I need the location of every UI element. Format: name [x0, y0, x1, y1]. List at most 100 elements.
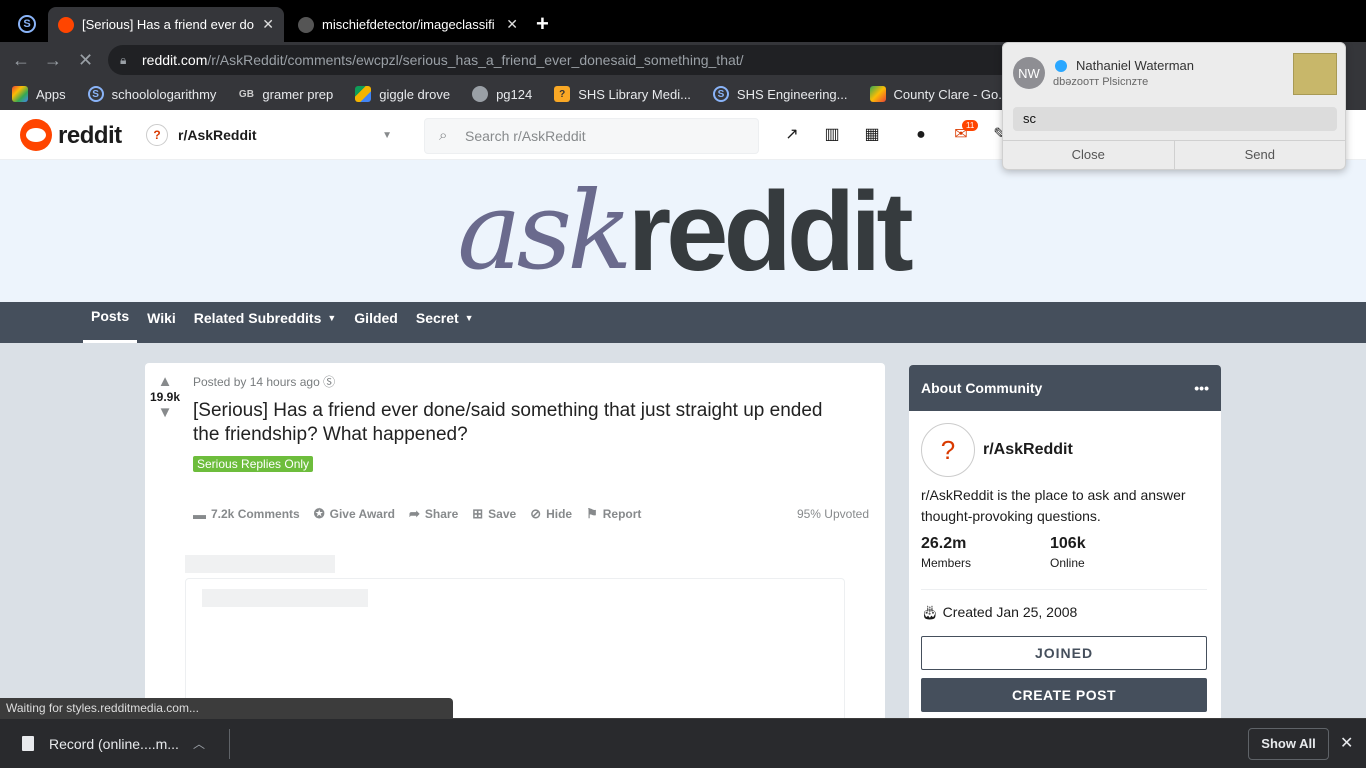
askreddit-icon: ? — [921, 423, 975, 477]
community-description: r/AskReddit is the place to ask and answ… — [921, 487, 1186, 524]
bookmark-gramer-prep[interactable]: GB gramer prep — [238, 86, 333, 102]
download-name: Record (online....m... — [49, 735, 179, 752]
trending-icon[interactable]: ↗ — [782, 125, 802, 145]
chevron-down-icon: ▼ — [382, 129, 392, 141]
post-title[interactable]: [Serious] Has a friend ever done/said so… — [193, 399, 853, 447]
bookmark-label: SHS Engineering... — [736, 86, 848, 102]
banner-ask: ask — [457, 168, 632, 294]
back-arrow-icon[interactable]: ← — [12, 50, 30, 71]
joined-button[interactable]: JOINED — [921, 636, 1207, 670]
give-award-button[interactable]: ✪ Give Award — [314, 506, 395, 522]
award-icon: ✪ — [313, 506, 325, 521]
send-button[interactable]: Send — [1175, 141, 1346, 170]
nav-label: Posts — [91, 308, 130, 324]
bookmark-shs-engineering[interactable]: S SHS Engineering... — [712, 86, 848, 102]
new-tab-button[interactable]: + — [536, 11, 549, 37]
messenger-icon — [1055, 59, 1067, 72]
post-score: 19.9k — [149, 390, 181, 404]
online-stat: 106k Online — [1050, 535, 1086, 570]
upvote-arrow-icon[interactable]: ▲ — [145, 373, 185, 390]
subreddit-selector[interactable]: ? r/AskReddit ▼ — [146, 120, 400, 150]
bookmark-label: giggle drove — [379, 86, 451, 102]
tab-gilded[interactable]: Gilded — [346, 302, 406, 343]
search-input[interactable]: ⌕ Search r/AskReddit — [424, 118, 759, 154]
tab-github[interactable]: mischiefdetector/imageclassifi ✕ — [288, 7, 528, 42]
more-options-icon[interactable]: ••• — [1194, 380, 1209, 396]
tab-title: mischiefdetector/imageclassifi — [322, 17, 495, 32]
tab-wiki[interactable]: Wiki — [139, 302, 184, 343]
globe-icon — [472, 86, 489, 102]
share-button[interactable]: ➦ Share — [409, 506, 458, 522]
maps-icon — [869, 86, 886, 102]
schoology-extension-icon[interactable]: S — [18, 15, 36, 33]
about-community-header: About Community ••• — [909, 365, 1221, 411]
reddit-logo-icon[interactable] — [20, 119, 52, 151]
stop-loading-icon[interactable]: ✕ — [78, 50, 93, 71]
divider — [229, 729, 230, 759]
show-all-button[interactable]: Show All — [1248, 728, 1329, 760]
action-label: Give Award — [329, 507, 395, 521]
tab-serious-thread[interactable]: [Serious] Has a friend ever don ✕ — [48, 7, 284, 42]
drive-icon — [355, 86, 372, 102]
nav-label: Related Subreddits — [193, 309, 322, 326]
community-name[interactable]: r/AskReddit — [983, 441, 1073, 459]
created-text: Created Jan 25, 2008 — [942, 604, 1078, 620]
community-identity: ? r/AskReddit — [921, 423, 1073, 477]
action-label: Hide — [546, 507, 573, 521]
bookmark-county-clare[interactable]: County Clare - Go... — [869, 86, 1009, 102]
reply-input[interactable]: sc — [1013, 107, 1337, 131]
post-meta: Posted by 14 hours ago Ⓢ — [193, 373, 335, 390]
card-title: About Community — [921, 380, 1043, 396]
comments-button[interactable]: ▬ 7.2k Comments — [193, 506, 300, 522]
tab-related-subreddits[interactable]: Related Subreddits ▼ — [186, 302, 345, 343]
schoology-icon: S — [87, 86, 104, 102]
bookmark-schoolologarithmy[interactable]: Sschoolologarithmy — [87, 86, 217, 102]
chat-icon[interactable]: ● — [911, 125, 931, 145]
url-path: /r/AskReddit/comments/ewcpzl/serious_has… — [207, 52, 744, 68]
post-actions: ▬ 7.2k Comments ✪ Give Award ➦ Share ⊞ Save … — [193, 506, 655, 522]
reddit-wordmark[interactable]: reddit — [58, 122, 122, 150]
chevron-up-icon[interactable]: ︿ — [193, 735, 205, 752]
tab-posts[interactable]: Posts — [83, 302, 138, 343]
download-item[interactable]: Record (online....m... ︿ — [22, 735, 205, 752]
loading-placeholder — [185, 555, 335, 573]
members-stat: 26.2m Members — [921, 535, 971, 570]
nav-label: Wiki — [147, 309, 176, 326]
address-bar[interactable]: 🔒︎ reddit.com/r/AskReddit/comments/ewcpz… — [108, 45, 1028, 75]
bookmark-label: pg124 — [496, 86, 533, 102]
bookmark-pg124[interactable]: pg124 — [472, 86, 532, 102]
bookmark-giggle-drove[interactable]: giggle drove — [355, 86, 450, 102]
share-icon: ➦ — [408, 506, 420, 521]
github-favicon-icon — [298, 16, 314, 33]
close-tab-icon[interactable]: ✕ — [262, 16, 274, 33]
status-bubble: Waiting for styles.redditmedia.com... — [0, 698, 453, 718]
download-shelf: Record (online....m... ︿ Show All ✕ — [0, 718, 1366, 768]
hide-button[interactable]: ⊘ Hide — [530, 506, 572, 522]
downvote-arrow-icon[interactable]: ▼ — [145, 404, 185, 421]
stats-icon[interactable]: ▥ — [822, 125, 842, 145]
chevron-down-icon: ▼ — [464, 312, 474, 323]
schoology-icon: S — [712, 86, 729, 102]
post-flair[interactable]: Serious Replies Only — [193, 456, 314, 472]
close-icon[interactable]: ✕ — [1340, 733, 1353, 753]
nav-label: Secret — [415, 309, 459, 326]
vote-column: ▲ 19.9k ▼ — [145, 373, 185, 421]
tab-secret[interactable]: Secret ▼ — [408, 302, 482, 343]
search-placeholder: Search r/AskReddit — [465, 128, 586, 144]
forward-arrow-icon[interactable]: → — [44, 50, 62, 71]
close-tab-icon[interactable]: ✕ — [506, 16, 518, 33]
bookmark-apps[interactable]: Apps — [12, 86, 66, 102]
create-post-button[interactable]: CREATE POST — [921, 678, 1207, 712]
bookmark-shs-library[interactable]: ? SHS Library Medi... — [554, 86, 691, 102]
divider — [921, 589, 1207, 590]
save-button[interactable]: ⊞ Save — [472, 506, 516, 522]
bookmark-label: schoolologarithmy — [111, 86, 217, 102]
close-button[interactable]: Close — [1003, 141, 1175, 170]
qr-code-icon[interactable]: ▦ — [862, 125, 882, 145]
created-date: 🎂︎ Created Jan 25, 2008 — [921, 604, 1077, 621]
chevron-down-icon: ▼ — [327, 312, 337, 323]
report-button[interactable]: ⚑ Report — [586, 506, 641, 522]
subreddit-nav: Posts Wiki Related Subreddits ▼ Gilded Se… — [0, 302, 1366, 343]
apps-grid-icon — [12, 86, 28, 102]
lock-icon: 🔒︎ — [120, 53, 127, 67]
